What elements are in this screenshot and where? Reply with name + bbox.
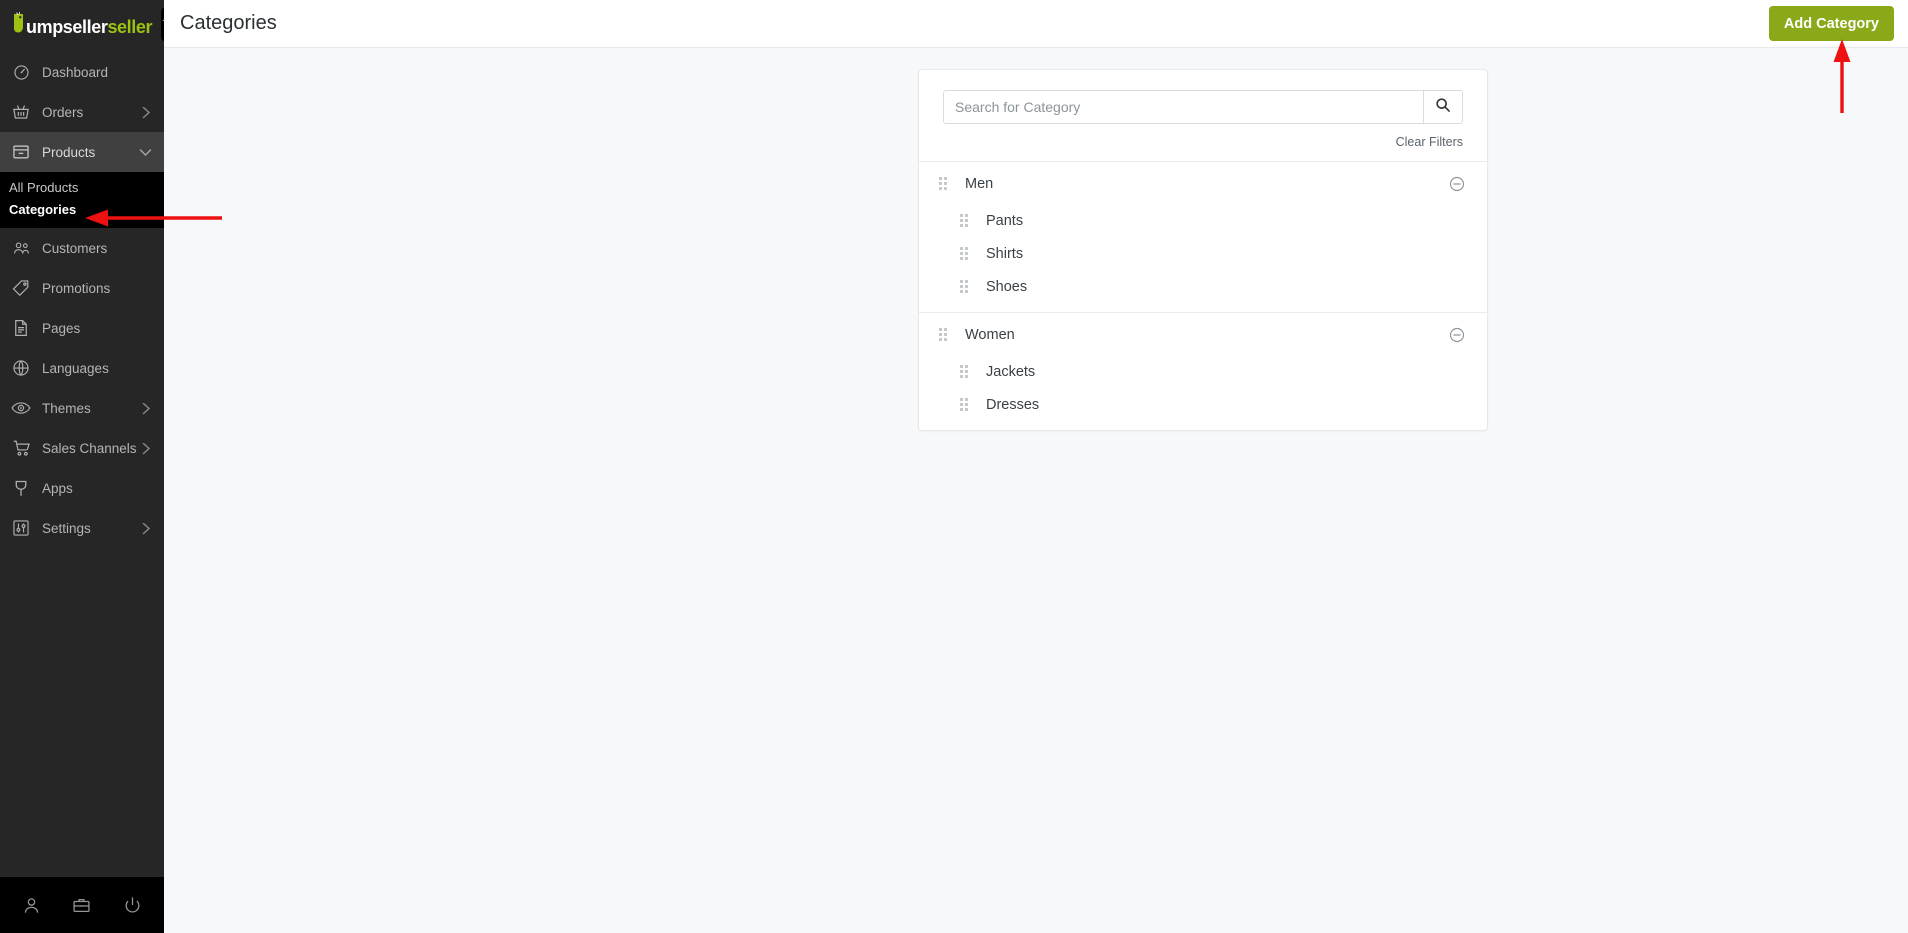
main-region: Categories Add Category Search for Categ… bbox=[164, 0, 1908, 933]
globe-icon bbox=[10, 358, 32, 378]
sidebar-brand-row: umpseller seller bbox=[0, 0, 181, 48]
sidebar-item-promotions[interactable]: Promotions bbox=[0, 268, 164, 308]
sidebar-item-label: Themes bbox=[42, 400, 91, 416]
user-icon[interactable] bbox=[22, 896, 41, 915]
drag-handle-icon[interactable] bbox=[939, 176, 953, 192]
sidebar-item-label: Settings bbox=[42, 520, 91, 536]
users-icon bbox=[10, 238, 32, 258]
eye-icon bbox=[10, 398, 32, 418]
categories-card: Clear Filters Men bbox=[918, 69, 1488, 431]
drag-handle-icon[interactable] bbox=[960, 213, 974, 229]
category-name: Shirts bbox=[986, 245, 1024, 262]
sidebar-footer bbox=[0, 877, 164, 933]
app-window: umpseller seller Dashboard Orders Produc… bbox=[0, 0, 1908, 933]
add-category-button[interactable]: Add Category bbox=[1768, 6, 1894, 41]
sidebar-item-sales-channels[interactable]: Sales Channels bbox=[0, 428, 164, 468]
category-row-child[interactable]: Dresses bbox=[919, 388, 1487, 421]
category-name: Dresses bbox=[986, 396, 1040, 413]
search-row bbox=[943, 90, 1463, 124]
sidebar-item-label: Promotions bbox=[42, 280, 111, 296]
sidebar-item-label: Customers bbox=[42, 240, 108, 256]
sidebar-item-label: Products bbox=[42, 144, 96, 160]
category-name: Shoes bbox=[986, 278, 1028, 295]
chevron-right-icon bbox=[142, 442, 152, 455]
category-row-child[interactable]: Shirts bbox=[919, 237, 1487, 270]
sidebar-item-products[interactable]: Products bbox=[0, 132, 164, 172]
chevron-right-icon bbox=[142, 106, 152, 119]
drag-handle-icon[interactable] bbox=[960, 397, 974, 413]
chevron-down-icon bbox=[139, 148, 152, 157]
sidebar-item-customers[interactable]: Customers bbox=[0, 228, 164, 268]
minus-circle-icon[interactable] bbox=[1448, 326, 1465, 343]
sidebar: umpseller seller Dashboard Orders Produc… bbox=[0, 0, 181, 933]
category-row-parent[interactable]: Women bbox=[919, 314, 1487, 355]
category-row-child[interactable]: Jackets bbox=[919, 355, 1487, 388]
sidebar-item-all-products[interactable]: All Products bbox=[0, 176, 164, 198]
category-name: Men bbox=[965, 175, 994, 192]
sidebar-item-label: Pages bbox=[42, 320, 81, 336]
category-filter-block: Clear Filters bbox=[919, 70, 1487, 161]
sidebar-item-languages[interactable]: Languages bbox=[0, 348, 164, 388]
content-area: Clear Filters Men bbox=[164, 48, 1908, 933]
category-row-child[interactable]: Pants bbox=[919, 204, 1487, 237]
clear-filters-link[interactable]: Clear Filters bbox=[1396, 135, 1463, 149]
category-group: Women Jackets Dresses bbox=[919, 312, 1487, 421]
sidebar-item-dashboard[interactable]: Dashboard bbox=[0, 52, 164, 92]
logo-text-primary: umpseller bbox=[26, 17, 108, 37]
sidebar-item-label: Apps bbox=[42, 480, 73, 496]
category-name: Women bbox=[965, 326, 1015, 343]
category-name: Jackets bbox=[986, 363, 1036, 380]
jumpseller-logo[interactable]: umpseller seller bbox=[12, 12, 152, 36]
sidebar-item-label: Languages bbox=[42, 360, 109, 376]
category-row-parent[interactable]: Men bbox=[919, 163, 1487, 204]
search-icon bbox=[1435, 97, 1451, 118]
sidebar-item-categories[interactable]: Categories bbox=[0, 198, 164, 220]
cart-icon bbox=[10, 438, 32, 458]
box-icon bbox=[10, 142, 32, 162]
search-button[interactable] bbox=[1423, 90, 1463, 124]
submenu-label: All Products bbox=[9, 179, 79, 195]
sidebar-item-themes[interactable]: Themes bbox=[0, 388, 164, 428]
sidebar-item-label: Dashboard bbox=[42, 64, 109, 80]
power-icon[interactable] bbox=[123, 896, 142, 915]
sidebar-item-orders[interactable]: Orders bbox=[0, 92, 164, 132]
briefcase-icon[interactable] bbox=[72, 896, 91, 915]
tag-icon bbox=[10, 278, 32, 298]
drag-handle-icon[interactable] bbox=[960, 364, 974, 380]
plug-icon bbox=[10, 478, 32, 498]
sidebar-item-pages[interactable]: Pages bbox=[0, 308, 164, 348]
minus-circle-icon[interactable] bbox=[1448, 175, 1465, 192]
sidebar-item-settings[interactable]: Settings bbox=[0, 508, 164, 548]
chevron-right-icon bbox=[142, 522, 152, 535]
drag-handle-icon[interactable] bbox=[960, 279, 974, 295]
category-name: Pants bbox=[986, 212, 1024, 229]
basket-icon bbox=[10, 102, 32, 122]
sidebar-item-apps[interactable]: Apps bbox=[0, 468, 164, 508]
sidebar-nav: Dashboard Orders Products All Products C… bbox=[0, 48, 164, 877]
sidebar-item-label: Sales Channels bbox=[42, 440, 137, 456]
gauge-icon bbox=[10, 62, 32, 82]
sidebar-item-label: Orders bbox=[42, 104, 84, 120]
search-input[interactable] bbox=[943, 90, 1423, 124]
document-icon bbox=[10, 318, 32, 338]
logo-text-accent: seller bbox=[107, 17, 153, 37]
drag-handle-icon[interactable] bbox=[960, 246, 974, 262]
category-group: Men Pants Shirts Shoes bbox=[919, 161, 1487, 303]
submenu-label: Categories bbox=[9, 201, 77, 217]
clear-filters-row: Clear Filters bbox=[943, 124, 1463, 151]
sliders-icon bbox=[10, 518, 32, 538]
drag-handle-icon[interactable] bbox=[939, 327, 953, 343]
products-submenu: All Products Categories bbox=[0, 172, 164, 228]
category-row-child[interactable]: Shoes bbox=[919, 270, 1487, 303]
jumpseller-tag-icon bbox=[12, 12, 25, 33]
chevron-right-icon bbox=[142, 402, 152, 415]
page-title: Categories bbox=[180, 12, 277, 34]
top-bar: Categories Add Category bbox=[164, 0, 1908, 48]
